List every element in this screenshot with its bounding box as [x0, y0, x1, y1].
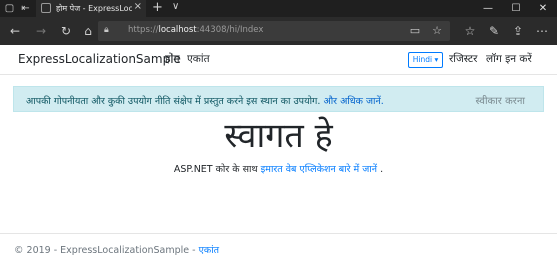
page-favicon-icon	[41, 3, 51, 13]
chevron-down-icon: ▾	[434, 55, 439, 64]
url-path: :44308/hi/Index	[196, 25, 264, 35]
new-tab-button[interactable]: +	[152, 0, 163, 15]
accept-cookie-button[interactable]: स्वीकार करना	[476, 93, 526, 107]
learn-link[interactable]: इमारत वेब एप्लिकेशन बारे में जानें	[261, 164, 377, 175]
lock-icon: 🔒︎	[104, 25, 109, 35]
login-link[interactable]: लॉग इन करें	[486, 52, 532, 66]
favorites-hub-icon[interactable]: ☆	[462, 23, 478, 39]
nav-privacy-link[interactable]: एकांत	[187, 52, 210, 66]
footer: © 2019 - ExpressLocalizationSample - एका…	[14, 243, 219, 256]
close-tab-icon[interactable]: ×	[134, 1, 142, 12]
cookie-consent-alert: आपकी गोपनीयता और कुकी उपयोग नीति संक्षेप…	[13, 86, 544, 112]
close-window-icon[interactable]: ✕	[529, 0, 557, 17]
language-dropdown[interactable]: Hindi ▾	[408, 52, 443, 68]
learn-line: ASP.NET कोर के साथ इमारत वेब एप्लिकेशन ब…	[0, 162, 557, 175]
language-selected: Hindi	[412, 55, 433, 64]
learn-more-link[interactable]: और अधिक जानें.	[323, 96, 383, 107]
register-link[interactable]: रजिस्टर	[449, 52, 477, 66]
browser-toolbar: ← → ↻ ⌂ 🔒︎ https://localhost:44308/hi/In…	[0, 17, 557, 45]
tab-title: होम पेज - ExpressLocaliz	[56, 4, 132, 13]
url-text[interactable]: https://localhost:44308/hi/Index	[128, 25, 263, 35]
favorite-star-icon[interactable]: ☆	[430, 24, 444, 38]
share-icon[interactable]: ⇪	[510, 23, 526, 39]
notes-pen-icon[interactable]: ✎	[486, 23, 502, 39]
app-navbar: ExpressLocalizationSample होम एकांत Hind…	[0, 45, 557, 75]
reading-view-icon[interactable]: ▭	[408, 24, 422, 38]
back-icon[interactable]: ←	[7, 23, 23, 39]
tab-actions-icon[interactable]: ▢	[3, 2, 16, 15]
page-title: स्वागत हे	[224, 116, 333, 156]
more-icon[interactable]: ⋯	[534, 23, 550, 39]
minimize-icon[interactable]: —	[474, 0, 502, 17]
home-icon[interactable]: ⌂	[80, 23, 96, 39]
footer-divider	[0, 233, 557, 234]
footer-copyright: © 2019 - ExpressLocalizationSample -	[14, 245, 196, 256]
learn-suffix: .	[380, 164, 384, 175]
browser-tab-active[interactable]: होम पेज - ExpressLocaliz ×	[36, 0, 146, 17]
tab-list-chevron-icon[interactable]: ∨	[172, 1, 179, 12]
maximize-icon[interactable]: ☐	[502, 0, 530, 17]
set-aside-tabs-icon[interactable]: ⇤	[19, 2, 32, 15]
footer-privacy-link[interactable]: एकांत	[199, 245, 219, 256]
url-scheme: https://	[128, 25, 159, 35]
cookie-text: आपकी गोपनीयता और कुकी उपयोग नीति संक्षेप…	[26, 96, 321, 107]
nav-home-link[interactable]: होम	[165, 52, 180, 66]
refresh-icon[interactable]: ↻	[58, 23, 74, 39]
brand-link[interactable]: ExpressLocalizationSample	[18, 52, 181, 66]
forward-icon[interactable]: →	[33, 23, 49, 39]
address-bar[interactable]: 🔒︎ https://localhost:44308/hi/Index ▭ ☆	[98, 21, 450, 41]
browser-title-bar: ▢ ⇤ होम पेज - ExpressLocaliz × + ∨ — ☐ ✕	[0, 0, 557, 17]
url-host: localhost	[158, 25, 197, 35]
cookie-message: आपकी गोपनीयता और कुकी उपयोग नीति संक्षेप…	[26, 94, 384, 107]
learn-prefix: ASP.NET कोर के साथ	[173, 164, 258, 175]
